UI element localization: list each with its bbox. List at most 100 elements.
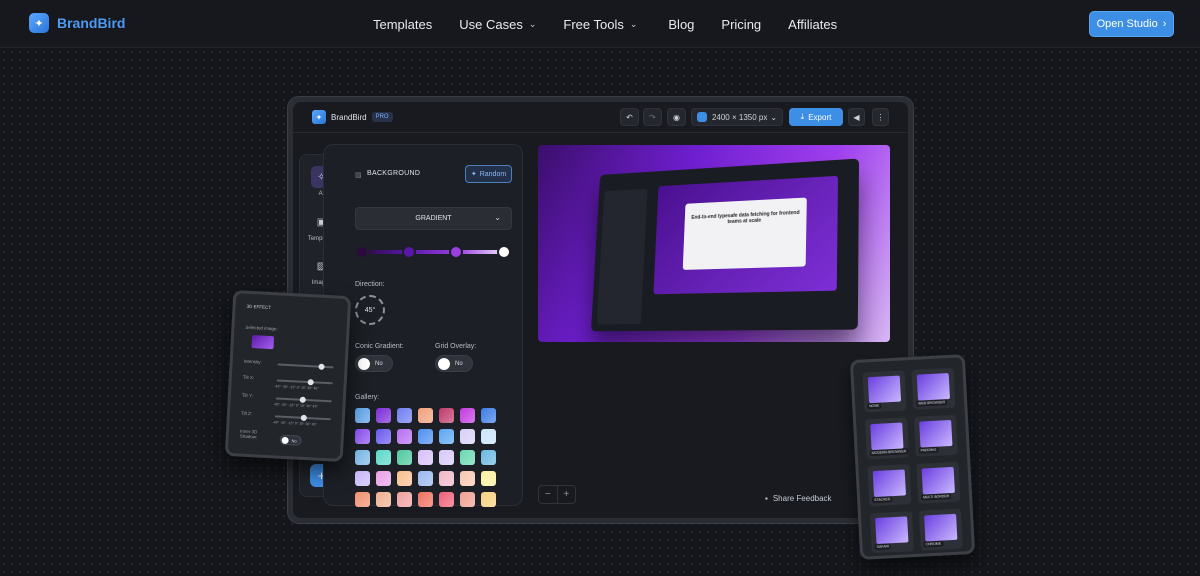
app-toolbar: ✦ BrandBird PRO ↶ ↷ ◉ 2400 × 1350 px ⌄ ⤓ E… — [293, 102, 908, 133]
gradient-stop-1[interactable] — [355, 245, 369, 259]
gallery-swatch[interactable] — [460, 429, 475, 444]
direction-dial[interactable]: 45° — [355, 295, 385, 325]
gallery-swatch[interactable] — [481, 429, 496, 444]
background-panel: ▨ BACKGROUND ✦ Random GRADIENT ⌄ Direction… — [323, 144, 523, 507]
gradient-stop-3[interactable] — [449, 245, 463, 259]
more-button[interactable]: ⋮ — [872, 108, 889, 126]
tilt-x-slider[interactable] — [276, 379, 333, 385]
app-window: ✦ BrandBird PRO ↶ ↷ ◉ 2400 × 1350 px ⌄ ⤓ E… — [293, 102, 908, 518]
gallery-swatch[interactable] — [481, 408, 496, 423]
gallery-swatch[interactable] — [460, 408, 475, 423]
gallery-swatch[interactable] — [418, 450, 433, 465]
canvas-preview[interactable]: End-to-end typesafe data fetching for fr… — [538, 145, 890, 342]
gallery-swatch[interactable] — [418, 429, 433, 444]
brand-logo[interactable]: ✦ BrandBird — [29, 13, 125, 33]
redo-button[interactable]: ↷ — [643, 108, 662, 126]
preview-headline: End-to-end typesafe data fetching for fr… — [682, 197, 807, 270]
frame-option[interactable]: MODERN BROWSER — [864, 417, 910, 460]
conic-toggle[interactable]: No — [355, 355, 393, 372]
gradient-stops-slider[interactable] — [355, 245, 512, 259]
frame-option[interactable]: NONE — [862, 370, 907, 413]
frames-grid: NONE WEB BROWSER MODERN BROWSER PADDING STAC… — [862, 367, 963, 554]
zoom-out-button[interactable]: − — [539, 486, 557, 503]
redo-icon: ↷ — [649, 112, 656, 122]
direction-label: Direction: — [355, 281, 385, 288]
gallery-swatch[interactable] — [376, 408, 391, 423]
undo-button[interactable]: ↶ — [620, 108, 639, 126]
preview-screenshot: End-to-end typesafe data fetching for fr… — [590, 158, 860, 332]
gallery-swatch[interactable] — [439, 471, 454, 486]
gallery-swatch[interactable] — [418, 492, 433, 507]
nav-templates[interactable]: Templates — [373, 17, 432, 32]
gallery-swatch[interactable] — [397, 408, 412, 423]
twitter-icon — [696, 112, 707, 122]
gradient-stop-4[interactable] — [497, 245, 511, 259]
gallery-swatch[interactable] — [376, 471, 391, 486]
preview-button[interactable]: ◉ — [667, 108, 686, 126]
frame-option[interactable]: CHROME — [918, 508, 963, 551]
effect-title: 3D EFFECT — [246, 303, 272, 311]
frame-option[interactable]: STACKED — [867, 464, 912, 507]
conic-label: Conic Gradient: — [355, 343, 404, 350]
gallery-swatch[interactable] — [418, 471, 433, 486]
chevron-down-icon: ⌄ — [494, 213, 501, 222]
random-button[interactable]: ✦ Random — [465, 165, 512, 183]
nav-affiliates[interactable]: Affiliates — [788, 17, 837, 32]
frame-option[interactable]: PADDING — [913, 414, 958, 457]
nav-blog[interactable]: Blog — [668, 17, 694, 32]
gallery-swatch[interactable] — [355, 408, 370, 423]
nav-free-tools[interactable]: Free Tools ⌄ — [563, 17, 637, 32]
gallery-swatch[interactable] — [460, 471, 475, 486]
gallery-grid — [355, 408, 496, 507]
gallery-swatch[interactable] — [397, 450, 412, 465]
frame-option[interactable]: WEB BROWSER — [911, 367, 956, 410]
gallery-swatch[interactable] — [397, 429, 412, 444]
gallery-swatch[interactable] — [397, 471, 412, 486]
gallery-swatch[interactable] — [439, 492, 454, 507]
gallery-swatch[interactable] — [481, 471, 496, 486]
export-button[interactable]: ⤓ Export — [789, 108, 843, 126]
gallery-swatch[interactable] — [439, 429, 454, 444]
dice-icon: ✦ — [470, 171, 477, 178]
intensity-slider[interactable] — [277, 363, 334, 369]
open-studio-button[interactable]: Open Studio › — [1089, 11, 1174, 37]
gallery-swatch[interactable] — [376, 450, 391, 465]
share-feedback-button[interactable]: ▪ Share Feedback — [765, 494, 832, 503]
zoom-in-button[interactable]: + — [556, 486, 576, 503]
gallery-swatch[interactable] — [397, 492, 412, 507]
selected-image-thumb[interactable] — [251, 335, 275, 350]
gallery-swatch[interactable] — [376, 429, 391, 444]
eye-icon: ◉ — [673, 112, 680, 122]
inner-shadow-toggle[interactable]: No — [279, 434, 302, 446]
gallery-swatch[interactable] — [439, 408, 454, 423]
nav-links: Templates Use Cases ⌄ Free Tools ⌄ Blog Pr… — [373, 0, 864, 48]
background-type-select[interactable]: GRADIENT ⌄ — [355, 207, 512, 230]
zoom-controls: − + — [538, 485, 576, 504]
gallery-swatch[interactable] — [355, 450, 370, 465]
nav-use-cases[interactable]: Use Cases ⌄ — [459, 17, 536, 32]
gallery-swatch[interactable] — [481, 450, 496, 465]
grid-overlay-toggle[interactable]: No — [435, 355, 473, 372]
gallery-swatch[interactable] — [355, 492, 370, 507]
gallery-swatch[interactable] — [439, 450, 454, 465]
preview-sidebar — [596, 188, 648, 325]
gallery-swatch[interactable] — [460, 492, 475, 507]
gallery-swatch[interactable] — [460, 450, 475, 465]
chevron-down-icon: ⌄ — [629, 18, 638, 29]
gallery-swatch[interactable] — [418, 408, 433, 423]
announce-button[interactable]: ◀ — [848, 108, 865, 126]
gallery-label: Gallery: — [355, 394, 380, 401]
nav-pricing[interactable]: Pricing — [721, 17, 761, 32]
gallery-swatch[interactable] — [376, 492, 391, 507]
frame-option[interactable]: SAFARI — [869, 511, 914, 554]
frame-option[interactable]: MULTI BORDER — [916, 461, 961, 504]
gallery-swatch[interactable] — [355, 471, 370, 486]
preview-inner: End-to-end typesafe data fetching for fr… — [653, 175, 839, 295]
chevron-right-icon: › — [1162, 18, 1167, 30]
gallery-swatch[interactable] — [481, 492, 496, 507]
gallery-swatch[interactable] — [355, 429, 370, 444]
chevron-down-icon: ⌄ — [770, 112, 778, 122]
canvas-size-select[interactable]: 2400 × 1350 px ⌄ — [691, 108, 783, 126]
gradient-track — [358, 250, 508, 254]
gradient-stop-2[interactable] — [402, 245, 416, 259]
